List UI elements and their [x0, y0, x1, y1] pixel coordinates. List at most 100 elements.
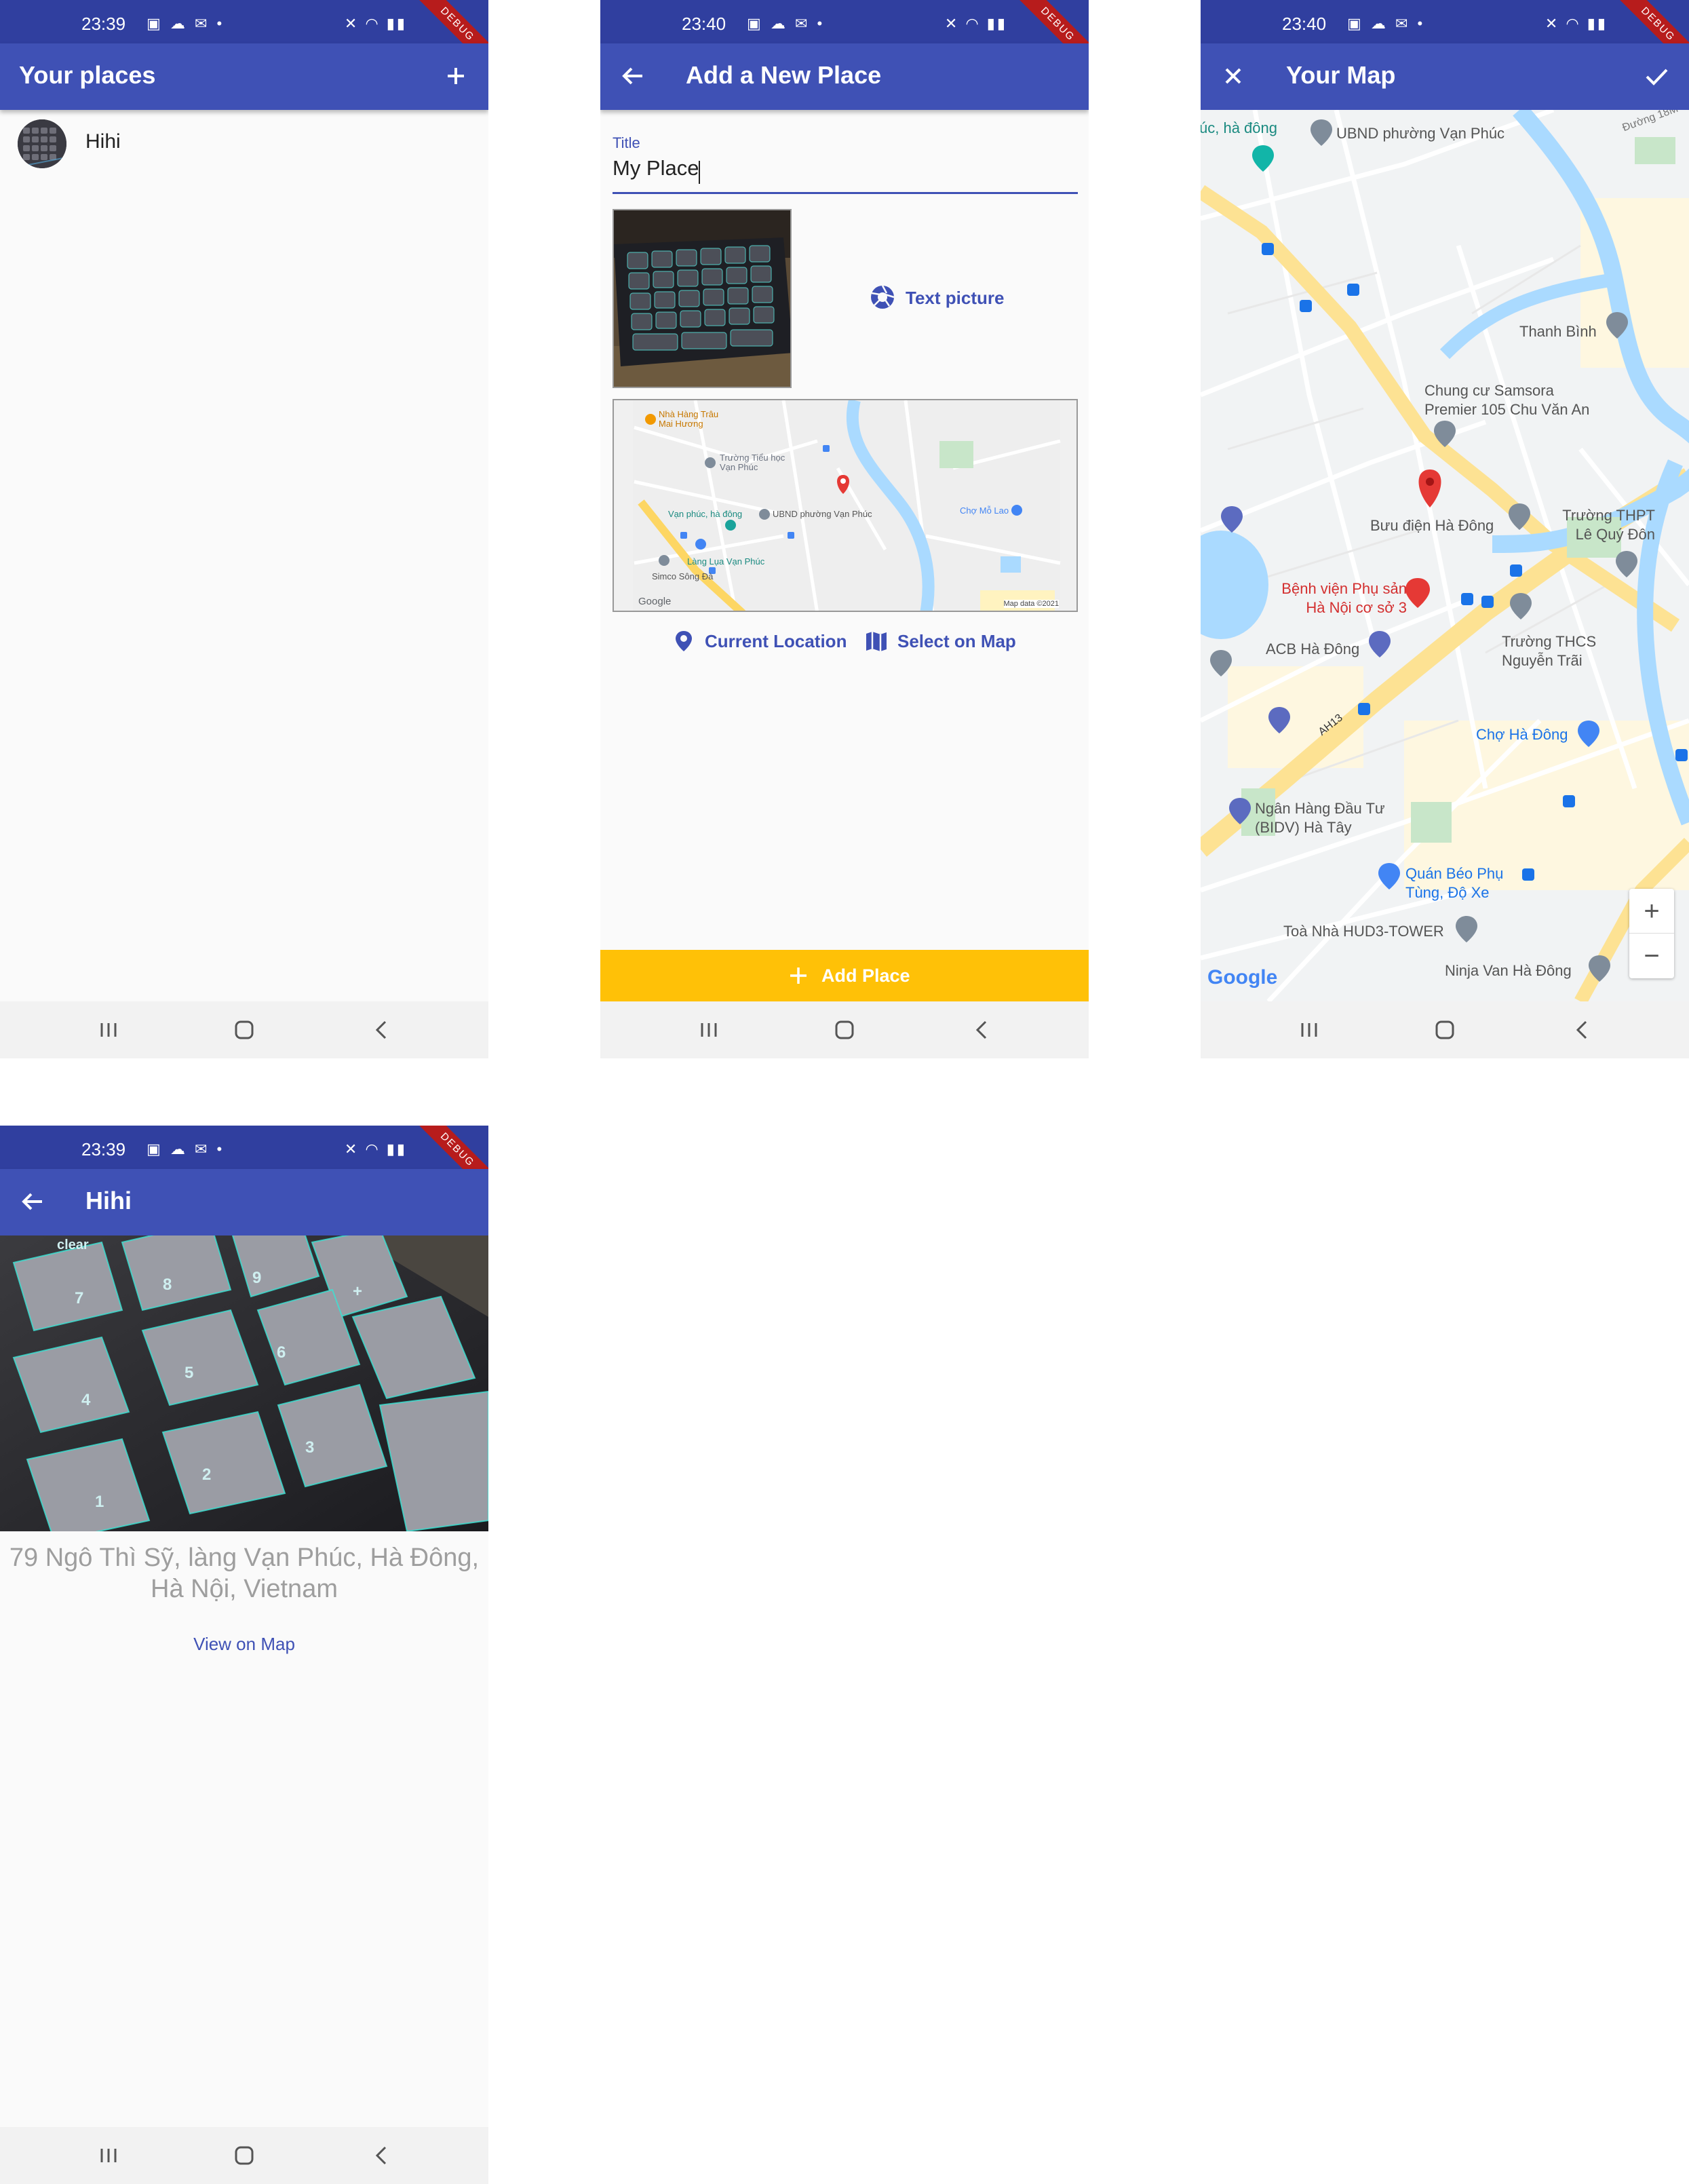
map-label-benh-vien: Bệnh viện Phụ sản Hà Nội cơ sở 3: [1281, 580, 1407, 616]
title-input[interactable]: My Place: [613, 153, 1078, 194]
map-icon: [865, 630, 888, 653]
map-label-ubnd: UBND phường Vạn Phúc: [1336, 125, 1505, 142]
app-bar: Your places: [0, 43, 488, 110]
system-nav-bar: [0, 1001, 488, 1058]
notification-icons: ▣ ☁ ✉ •: [147, 15, 225, 32]
recent-apps-icon[interactable]: [695, 1016, 722, 1043]
signal-icons: ✕ ◠ ▮▮: [344, 1141, 407, 1157]
notification-icons: ▣ ☁ ✉ •: [747, 15, 826, 32]
status-bar: 23:39 ▣ ☁ ✉ • ✕ ◠ ▮▮ DEBUG: [0, 1126, 488, 1200]
screen-your-map: 23:40 ▣ ☁ ✉ • ✕ ◠ ▮▮ DEBUG Your Map úc, …: [1201, 0, 1689, 1058]
map-label-cho-mo-lao: Chợ Mỗ Lao: [960, 505, 1009, 516]
back-arrow-icon[interactable]: [618, 61, 648, 91]
svg-text:5: 5: [185, 1364, 193, 1382]
google-map[interactable]: úc, hà đông UBND phường Vạn Phúc Đường 1…: [1201, 110, 1689, 1001]
signal-icons: ✕ ◠ ▮▮: [944, 15, 1007, 32]
svg-text:9: 9: [252, 1269, 261, 1287]
map-label-thpt: Trường THPT Lê Quý Đôn: [1562, 507, 1655, 543]
location-pin-icon: [674, 630, 694, 653]
add-place-form: Title My Place Text picture Nhà Hàng Trâ…: [600, 110, 1089, 944]
system-nav-bar: [0, 2127, 488, 2184]
recent-apps-icon[interactable]: [1296, 1016, 1323, 1043]
back-icon[interactable]: [368, 2142, 395, 2169]
place-address: 79 Ngô Thì Sỹ, làng Vạn Phúc, Hà Đông, H…: [9, 1544, 480, 1603]
status-time: 23:39: [81, 1139, 126, 1160]
map-label-cho-ha-dong: Chợ Hà Đông: [1476, 726, 1568, 743]
map-label-thcs: Trường THCS Nguyễn Trãi: [1502, 633, 1597, 669]
svg-text:4: 4: [81, 1391, 91, 1409]
page-title: Add a New Place: [686, 61, 882, 89]
status-time: 23:39: [81, 14, 126, 34]
map-label-nha-hang: Nhà Hàng Trâu Mai Hương: [659, 409, 719, 429]
back-icon[interactable]: [968, 1016, 995, 1043]
svg-text:2: 2: [202, 1465, 211, 1484]
location-preview-map[interactable]: Nhà Hàng Trâu Mai Hương Trường Tiểu học …: [613, 399, 1078, 612]
signal-icons: ✕ ◠ ▮▮: [1545, 15, 1608, 32]
add-place-button[interactable]: Add Place: [600, 950, 1089, 1001]
status-bar: 23:39 ▣ ☁ ✉ • ✕ ◠ ▮▮ DEBUG: [0, 0, 488, 75]
svg-text:clear: clear: [57, 1238, 89, 1252]
check-icon[interactable]: [1642, 61, 1671, 91]
svg-text:8: 8: [163, 1276, 172, 1294]
home-icon[interactable]: [231, 1016, 258, 1043]
svg-text:7: 7: [75, 1289, 83, 1307]
back-icon[interactable]: [1568, 1016, 1595, 1043]
map-label-buu-dien: Bưu điện Hà Đông: [1370, 517, 1494, 534]
system-nav-bar: [600, 1001, 1089, 1058]
add-icon: [788, 965, 809, 986]
svg-text:1: 1: [95, 1493, 104, 1511]
screen-add-place: 23:40 ▣ ☁ ✉ • ✕ ◠ ▮▮ DEBUG Add a New Pla…: [600, 0, 1089, 1058]
zoom-out-button[interactable]: −: [1629, 934, 1674, 978]
system-nav-bar: [1201, 1001, 1689, 1058]
map-attribution: Map data ©2021: [1003, 600, 1059, 608]
page-title: Your places: [19, 61, 156, 89]
recent-apps-icon[interactable]: [95, 2142, 122, 2169]
select-on-map-button[interactable]: Select on Map: [865, 627, 1034, 654]
svg-text:6: 6: [277, 1343, 286, 1362]
map-label-bidv: Ngân Hàng Đầu Tư (BIDV) Hà Tây: [1255, 800, 1385, 836]
page-title: Hihi: [85, 1187, 132, 1214]
list-item-title: Hihi: [85, 130, 121, 153]
close-icon[interactable]: [1218, 61, 1248, 91]
notification-icons: ▣ ☁ ✉ •: [147, 1141, 225, 1157]
map-label-ubnd: UBND phường Vạn Phúc: [773, 509, 872, 519]
list-item[interactable]: Hihi: [0, 110, 488, 175]
add-icon[interactable]: [441, 61, 471, 91]
recent-apps-icon[interactable]: [95, 1016, 122, 1043]
home-icon[interactable]: [831, 1016, 858, 1043]
status-time: 23:40: [1282, 14, 1327, 34]
place-image: 7 8 9 + 4 5 6 1 2 3 clear: [0, 1235, 488, 1531]
map-label-lang-lua: Làng Lụa Vạn Phúc: [687, 556, 765, 567]
home-icon[interactable]: [1431, 1016, 1458, 1043]
home-icon[interactable]: [231, 2142, 258, 2169]
map-label-ha-dong-left: úc, hà đông: [1201, 119, 1277, 136]
signal-icons: ✕ ◠ ▮▮: [344, 15, 407, 32]
title-input-value: My Place: [613, 156, 699, 180]
image-preview: [613, 209, 792, 388]
google-logo: Google: [638, 596, 672, 607]
select-on-map-label: Select on Map: [897, 631, 1016, 651]
add-place-label: Add Place: [821, 965, 910, 986]
screen-places-list: 23:39 ▣ ☁ ✉ • ✕ ◠ ▮▮ DEBUG Your places H…: [0, 0, 488, 1058]
view-on-map-button[interactable]: View on Map: [0, 1634, 488, 1655]
current-location-button[interactable]: Current Location: [674, 627, 850, 654]
status-bar: 23:40 ▣ ☁ ✉ • ✕ ◠ ▮▮ DEBUG: [600, 0, 1089, 75]
app-bar: Hihi: [0, 1169, 488, 1235]
svg-text:3: 3: [305, 1438, 314, 1457]
map-label-quan-beo: Quán Béo Phụ Tùng, Độ Xe: [1405, 865, 1504, 901]
map-label-truong: Trường Tiểu học Vạn Phúc: [720, 453, 785, 472]
text-cursor: [699, 160, 701, 184]
page-title: Your Map: [1286, 61, 1396, 89]
zoom-in-button[interactable]: +: [1629, 889, 1674, 934]
svg-text:+: +: [353, 1282, 362, 1301]
notification-icons: ▣ ☁ ✉ •: [1347, 15, 1426, 32]
status-time: 23:40: [682, 14, 726, 34]
map-label-hud3: Toà Nhà HUD3-TOWER: [1283, 923, 1444, 940]
map-label-acb: ACB Hà Đông: [1266, 640, 1360, 657]
back-icon[interactable]: [368, 1016, 395, 1043]
take-picture-label: Text picture: [906, 288, 1005, 308]
back-arrow-icon[interactable]: [18, 1187, 47, 1216]
map-label-samsora: Chung cư Samsora Premier 105 Chu Văn An: [1424, 382, 1590, 418]
camera-icon: [870, 285, 895, 309]
map-label-thanh-binh: Thanh Bình: [1519, 323, 1597, 340]
